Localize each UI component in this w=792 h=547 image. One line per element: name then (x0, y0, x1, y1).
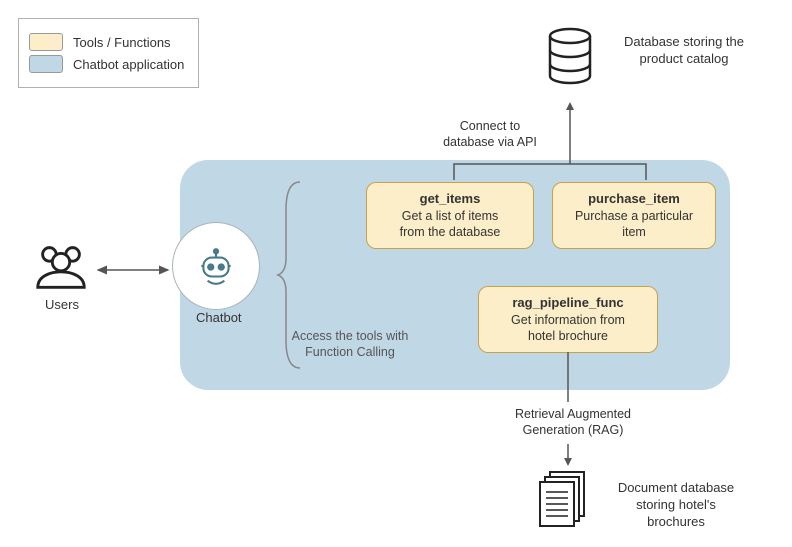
tool-rag-desc: Get information from hotel brochure (489, 312, 647, 345)
documents-label: Document database storing hotel's brochu… (606, 480, 746, 531)
tool-get-items-desc: Get a list of items from the database (377, 208, 523, 241)
legend-text-app: Chatbot application (73, 57, 184, 72)
legend-swatch-tools (29, 33, 63, 51)
connect-db-text: Connect to database via API (443, 119, 537, 149)
robot-icon (195, 245, 237, 287)
tool-rag-pipeline: rag_pipeline_func Get information from h… (478, 286, 658, 353)
tool-purchase-item-title: purchase_item (563, 191, 705, 208)
tool-get-items: get_items Get a list of items from the d… (366, 182, 534, 249)
users-icon (32, 242, 90, 290)
tool-get-items-title: get_items (377, 191, 523, 208)
legend-swatch-app (29, 55, 63, 73)
chatbot-label: Chatbot (196, 310, 242, 325)
tool-rag-title: rag_pipeline_func (489, 295, 647, 312)
legend: Tools / Functions Chatbot application (18, 18, 199, 88)
chatbot-circle (172, 222, 260, 310)
documents-label-text: Document database storing hotel's brochu… (618, 480, 734, 529)
legend-row-tools: Tools / Functions (29, 33, 184, 51)
database-label-text: Database storing the product catalog (624, 34, 744, 66)
users-label: Users (45, 297, 79, 312)
legend-row-app: Chatbot application (29, 55, 184, 73)
documents-icon (536, 470, 590, 530)
connect-db-label: Connect to database via API (430, 118, 550, 151)
arrow-users-chatbot (94, 262, 176, 278)
legend-text-tools: Tools / Functions (73, 35, 171, 50)
database-label: Database storing the product catalog (614, 34, 754, 68)
database-icon (545, 28, 595, 84)
tool-purchase-item-desc: Purchase a particular item (563, 208, 705, 241)
access-tools-text: Access the tools with Function Calling (292, 329, 409, 359)
tool-purchase-item: purchase_item Purchase a particular item (552, 182, 716, 249)
rag-label-text: Retrieval Augmented Generation (RAG) (515, 407, 631, 437)
access-tools-label: Access the tools with Function Calling (280, 328, 420, 361)
rag-label: Retrieval Augmented Generation (RAG) (498, 406, 648, 439)
